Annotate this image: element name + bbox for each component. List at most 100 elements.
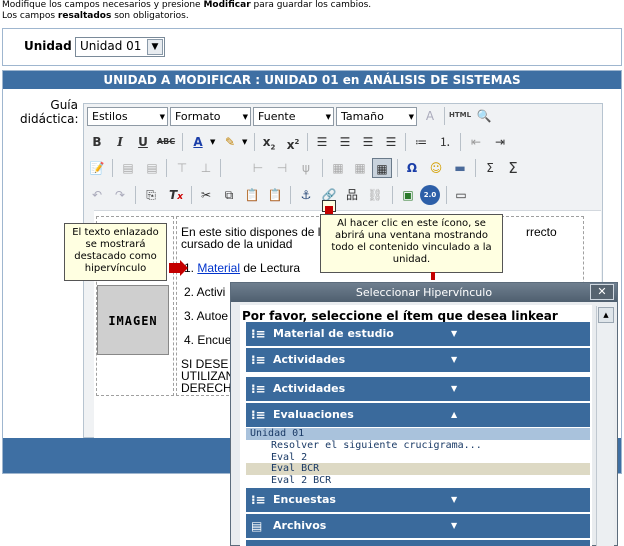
sigma-icon[interactable]: Σ: [503, 158, 523, 178]
tree-icon: ⁝≡: [251, 382, 266, 396]
instructions-text: Los campos: [2, 11, 58, 21]
copy-icon[interactable]: ⧉: [219, 185, 239, 205]
cell-props-icon[interactable]: ▤: [142, 158, 162, 178]
bold-icon[interactable]: B: [87, 132, 107, 152]
table-props-icon[interactable]: ▤: [118, 158, 138, 178]
highlight-color-icon[interactable]: ✎: [220, 132, 240, 152]
eval-item[interactable]: Resolver el siguiente crucigrama...: [246, 440, 590, 452]
material-link[interactable]: Material: [197, 261, 240, 275]
dialog-title: Seleccionar Hipervínculo: [231, 283, 617, 302]
toolbar-separator: [397, 159, 398, 177]
chevron-down-icon: ▼: [451, 355, 458, 364]
align-center-icon[interactable]: ☰: [335, 132, 355, 152]
styles-combo[interactable]: Estilos ▼: [87, 107, 168, 126]
superscript-icon[interactable]: x2: [283, 132, 303, 152]
dialog-scrollbar[interactable]: ▲: [596, 306, 614, 546]
media-badge-icon[interactable]: 2.0: [420, 185, 440, 205]
format-combo[interactable]: Formato ▼: [170, 107, 251, 126]
chevron-down-icon[interactable]: ▼: [242, 138, 247, 146]
delete-col-icon[interactable]: ⊣: [272, 158, 292, 178]
paste-text-icon[interactable]: 📋: [265, 185, 285, 205]
paste-icon[interactable]: 📋: [242, 185, 262, 205]
category-label: Actividades: [273, 382, 346, 395]
doc-item-2: 2. Activi: [184, 285, 226, 299]
unit-select[interactable]: Unidad 01 ▼: [75, 37, 165, 57]
toolbar-separator: [405, 133, 406, 151]
toolbar-separator: [392, 186, 393, 204]
eval-item-selected[interactable]: Eval BCR: [246, 463, 590, 475]
size-combo-value: Tamaño: [341, 110, 384, 123]
scroll-up-icon[interactable]: ▲: [598, 307, 614, 323]
outdent-icon[interactable]: ⇤: [466, 132, 486, 152]
align-justify-icon[interactable]: ☰: [381, 132, 401, 152]
preview-icon[interactable]: 🔍: [474, 106, 494, 126]
split-cell-icon[interactable]: ψ: [296, 158, 316, 178]
remove-format-icon[interactable]: Tx: [166, 185, 186, 205]
category-material[interactable]: ⁝≡ Material de estudio ▼: [246, 322, 590, 346]
size-combo[interactable]: Tamaño ▼: [336, 107, 417, 126]
chevron-down-icon[interactable]: ▼: [147, 39, 163, 55]
indent-icon[interactable]: ⇥: [490, 132, 510, 152]
table-icon[interactable]: ▦: [372, 158, 392, 178]
cut-icon[interactable]: ✂: [196, 185, 216, 205]
toolbar-separator: [322, 159, 323, 177]
edit-form-icon[interactable]: 📝: [87, 158, 107, 178]
link-callout: El texto enlazado se mostrará destacado …: [64, 223, 167, 281]
close-icon[interactable]: ✕: [590, 284, 614, 300]
category-archivos[interactable]: ▤ Archivos ▼: [246, 514, 590, 538]
unlink-icon[interactable]: ⛓: [365, 185, 385, 205]
merge-cells-icon[interactable]: ▦: [328, 158, 348, 178]
align-right-icon[interactable]: ☰: [358, 132, 378, 152]
bullet-list-icon[interactable]: ≔: [411, 132, 431, 152]
unit-label: Unidad: [24, 39, 72, 53]
text-color-a-icon[interactable]: A: [420, 106, 440, 126]
category-label: Actividades: [273, 353, 346, 366]
anchor-icon[interactable]: ⚓: [296, 185, 316, 205]
chevron-down-icon: ▼: [242, 113, 248, 121]
category-evaluaciones[interactable]: ⁝≡ Evaluaciones ▲: [246, 403, 590, 427]
instructions-text: son obligatorios.: [111, 11, 189, 21]
underline-icon[interactable]: U: [133, 132, 153, 152]
eval-item-label: Eval BCR: [271, 463, 320, 474]
category-actividades-2[interactable]: ⁝≡ Actividades ▼: [246, 377, 590, 401]
numbered-list-icon[interactable]: ⒈: [435, 132, 455, 152]
sigma-small-icon[interactable]: Σ: [480, 158, 500, 178]
chevron-down-icon: ▼: [325, 113, 331, 121]
redo-icon[interactable]: ↷: [110, 185, 130, 205]
select-all-icon[interactable]: ⎘: [141, 185, 161, 205]
image-icon[interactable]: ▣: [398, 185, 418, 205]
category-encuestas[interactable]: ⁝≡ Encuestas ▼: [246, 488, 590, 512]
strikethrough-icon[interactable]: ABC: [156, 132, 176, 152]
eval-item[interactable]: Eval 2 BCR: [246, 475, 590, 487]
maximize-icon[interactable]: ▭: [451, 185, 471, 205]
instructions-text: Modifique los campos necesarios y presio…: [2, 0, 204, 10]
delete-row-icon[interactable]: ⊥: [196, 158, 216, 178]
source-html-button[interactable]: HTML: [449, 111, 471, 119]
sitemap-icon[interactable]: 品: [342, 185, 362, 205]
toolbar-separator: [220, 159, 221, 177]
category-actividades[interactable]: ⁝≡ Actividades ▼: [246, 348, 590, 372]
italic-icon[interactable]: I: [110, 132, 130, 152]
arrow-right-head-icon: [180, 260, 188, 276]
merge-row-icon[interactable]: ▦: [350, 158, 370, 178]
doc-intro-line-end: rrecto: [526, 225, 557, 239]
horizontal-rule-icon[interactable]: ▬: [450, 158, 470, 178]
eval-group-header: Unidad 01: [246, 428, 590, 440]
doc-item-4: 4. Encue: [184, 333, 232, 347]
font-combo[interactable]: Fuente ▼: [253, 107, 334, 126]
chevron-down-icon[interactable]: ▼: [210, 138, 215, 146]
subscript-icon[interactable]: x2: [259, 132, 279, 152]
dialog-prompt: Por favor, seleccione el ítem que desea …: [242, 309, 558, 323]
font-color-icon[interactable]: A: [188, 132, 208, 152]
insert-row-icon[interactable]: ⊤: [172, 158, 192, 178]
doc-item-3: 3. Autoe: [184, 309, 229, 323]
smiley-icon[interactable]: ☺: [426, 158, 446, 178]
tree-icon: ⁝≡: [251, 353, 266, 367]
chevron-up-icon: ▲: [451, 410, 458, 419]
align-left-icon[interactable]: ☰: [312, 132, 332, 152]
omega-icon[interactable]: Ω: [402, 158, 422, 178]
insert-col-icon[interactable]: ⊢: [248, 158, 268, 178]
chevron-down-icon: ▼: [451, 329, 458, 338]
undo-icon[interactable]: ↶: [87, 185, 107, 205]
tree-icon: ⁝≡: [251, 408, 266, 422]
